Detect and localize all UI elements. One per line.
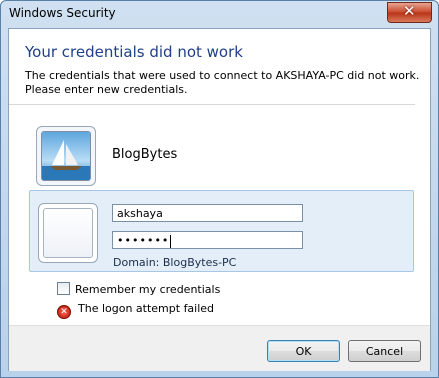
title-bar[interactable]: Windows Security ✕ (1, 1, 438, 27)
remember-label: Remember my credentials (75, 283, 221, 296)
close-button[interactable]: ✕ (387, 2, 432, 23)
close-icon: ✕ (403, 2, 416, 20)
blank-user-tile-icon (43, 208, 93, 258)
ok-button[interactable]: OK (267, 340, 340, 362)
domain-label: Domain: BlogBytes-PC (113, 256, 237, 269)
username-input[interactable]: akshaya (112, 204, 303, 222)
error-icon: ✕ (57, 305, 71, 319)
saved-user-name: BlogBytes (112, 147, 178, 162)
saved-user-tile[interactable] (36, 126, 96, 186)
remember-checkbox[interactable] (57, 282, 70, 295)
cancel-button[interactable]: Cancel (348, 340, 421, 362)
error-text: The logon attempt failed (78, 302, 215, 315)
remember-credentials-option[interactable]: Remember my credentials (57, 282, 220, 296)
error-message: ✕ The logon attempt failed (57, 302, 214, 319)
credential-user-tile (38, 203, 98, 263)
password-mask: ••••••• (117, 234, 170, 247)
windows-security-dialog: Windows Security ✕ Your credentials did … (0, 0, 439, 378)
dialog-message: The credentials that were used to connec… (25, 69, 419, 97)
sailboat-user-icon (41, 131, 91, 181)
divider (9, 104, 415, 105)
credential-panel: akshaya ••••••• Domain: BlogBytes-PC (29, 190, 414, 272)
message-line-1: The credentials that were used to connec… (25, 69, 420, 82)
text-caret (170, 234, 172, 248)
button-bar: OK Cancel (9, 325, 430, 371)
dialog-heading: Your credentials did not work (25, 43, 243, 61)
window-title: Windows Security (9, 6, 116, 20)
password-input[interactable]: ••••••• (112, 231, 303, 249)
dialog-body: Your credentials did not work The creden… (8, 28, 431, 371)
message-line-2: Please enter new credentials. (25, 83, 188, 96)
